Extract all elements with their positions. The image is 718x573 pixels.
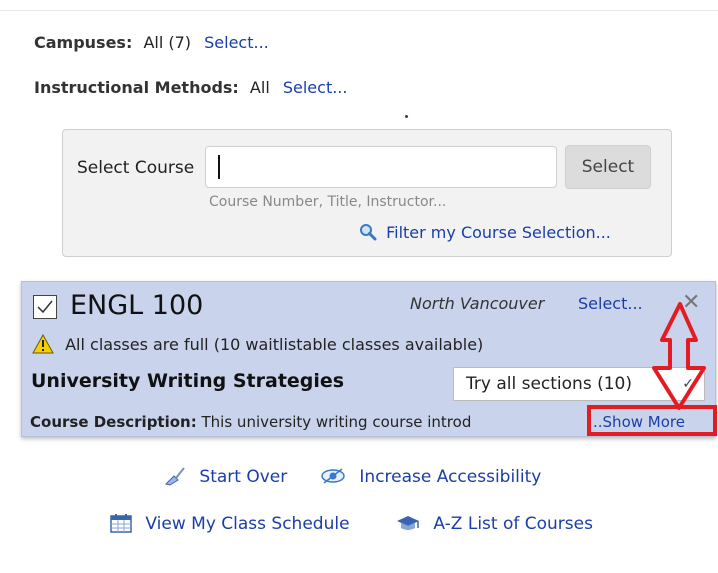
campuses-label: Campuses: bbox=[34, 33, 133, 52]
select-course-label: Select Course bbox=[77, 158, 195, 178]
calendar-icon bbox=[110, 514, 145, 534]
course-search-input[interactable] bbox=[205, 146, 557, 188]
az-list-action[interactable]: A-Z List of Courses bbox=[396, 513, 593, 534]
start-over-action[interactable]: Start Over bbox=[164, 466, 287, 487]
course-select-panel: Select Course Select Course Number, Titl… bbox=[62, 129, 672, 257]
course-warning: All classes are full (10 waitlistable cl… bbox=[32, 333, 484, 354]
campuses-select-link[interactable]: Select... bbox=[204, 33, 269, 52]
instructional-methods-value: All bbox=[249, 78, 270, 97]
broom-icon bbox=[164, 467, 199, 487]
top-divider bbox=[0, 10, 718, 11]
filter-course-selection-link[interactable]: Filter my Course Selection... bbox=[359, 223, 611, 242]
checkmark-icon bbox=[37, 300, 53, 314]
course-description: Course Description: This university writ… bbox=[30, 413, 590, 431]
graduation-cap-icon bbox=[396, 514, 433, 534]
annotation-arrow-icon bbox=[650, 300, 710, 416]
course-search-hint: Course Number, Title, Instructor... bbox=[209, 194, 447, 210]
course-title: University Writing Strategies bbox=[31, 370, 345, 392]
campuses-filter: Campuses: All (7) Select... bbox=[34, 33, 269, 52]
eye-icon bbox=[320, 467, 359, 487]
course-checkbox[interactable] bbox=[33, 295, 57, 319]
annotation-highlight-box bbox=[587, 405, 717, 436]
warning-text: All classes are full (10 waitlistable cl… bbox=[65, 335, 484, 354]
course-campus: North Vancouver bbox=[410, 294, 545, 313]
sections-selected-value: Try all sections (10) bbox=[466, 374, 632, 394]
campus-select-link[interactable]: Select... bbox=[578, 294, 643, 313]
instructional-methods-label: Instructional Methods: bbox=[34, 78, 239, 97]
instructional-methods-select-link[interactable]: Select... bbox=[283, 78, 348, 97]
filter-course-selection-label: Filter my Course Selection... bbox=[386, 223, 611, 242]
decorative-dot bbox=[405, 115, 408, 118]
start-over-label: Start Over bbox=[199, 467, 288, 487]
warning-icon bbox=[32, 333, 65, 354]
course-code: ENGL 100 bbox=[70, 290, 204, 321]
select-button[interactable]: Select bbox=[565, 145, 651, 189]
magnifier-icon bbox=[359, 223, 386, 242]
text-caret bbox=[218, 155, 220, 179]
view-schedule-action[interactable]: View My Class Schedule bbox=[110, 513, 350, 534]
instructional-methods-filter: Instructional Methods: All Select... bbox=[34, 78, 347, 97]
course-description-text: This university writing course introd bbox=[201, 413, 472, 431]
course-description-label: Course Description: bbox=[30, 413, 197, 431]
increase-accessibility-action[interactable]: Increase Accessibility bbox=[320, 466, 541, 487]
increase-accessibility-label: Increase Accessibility bbox=[359, 467, 542, 487]
campuses-value: All (7) bbox=[143, 33, 192, 52]
view-schedule-label: View My Class Schedule bbox=[145, 514, 350, 534]
az-list-label: A-Z List of Courses bbox=[433, 514, 593, 534]
